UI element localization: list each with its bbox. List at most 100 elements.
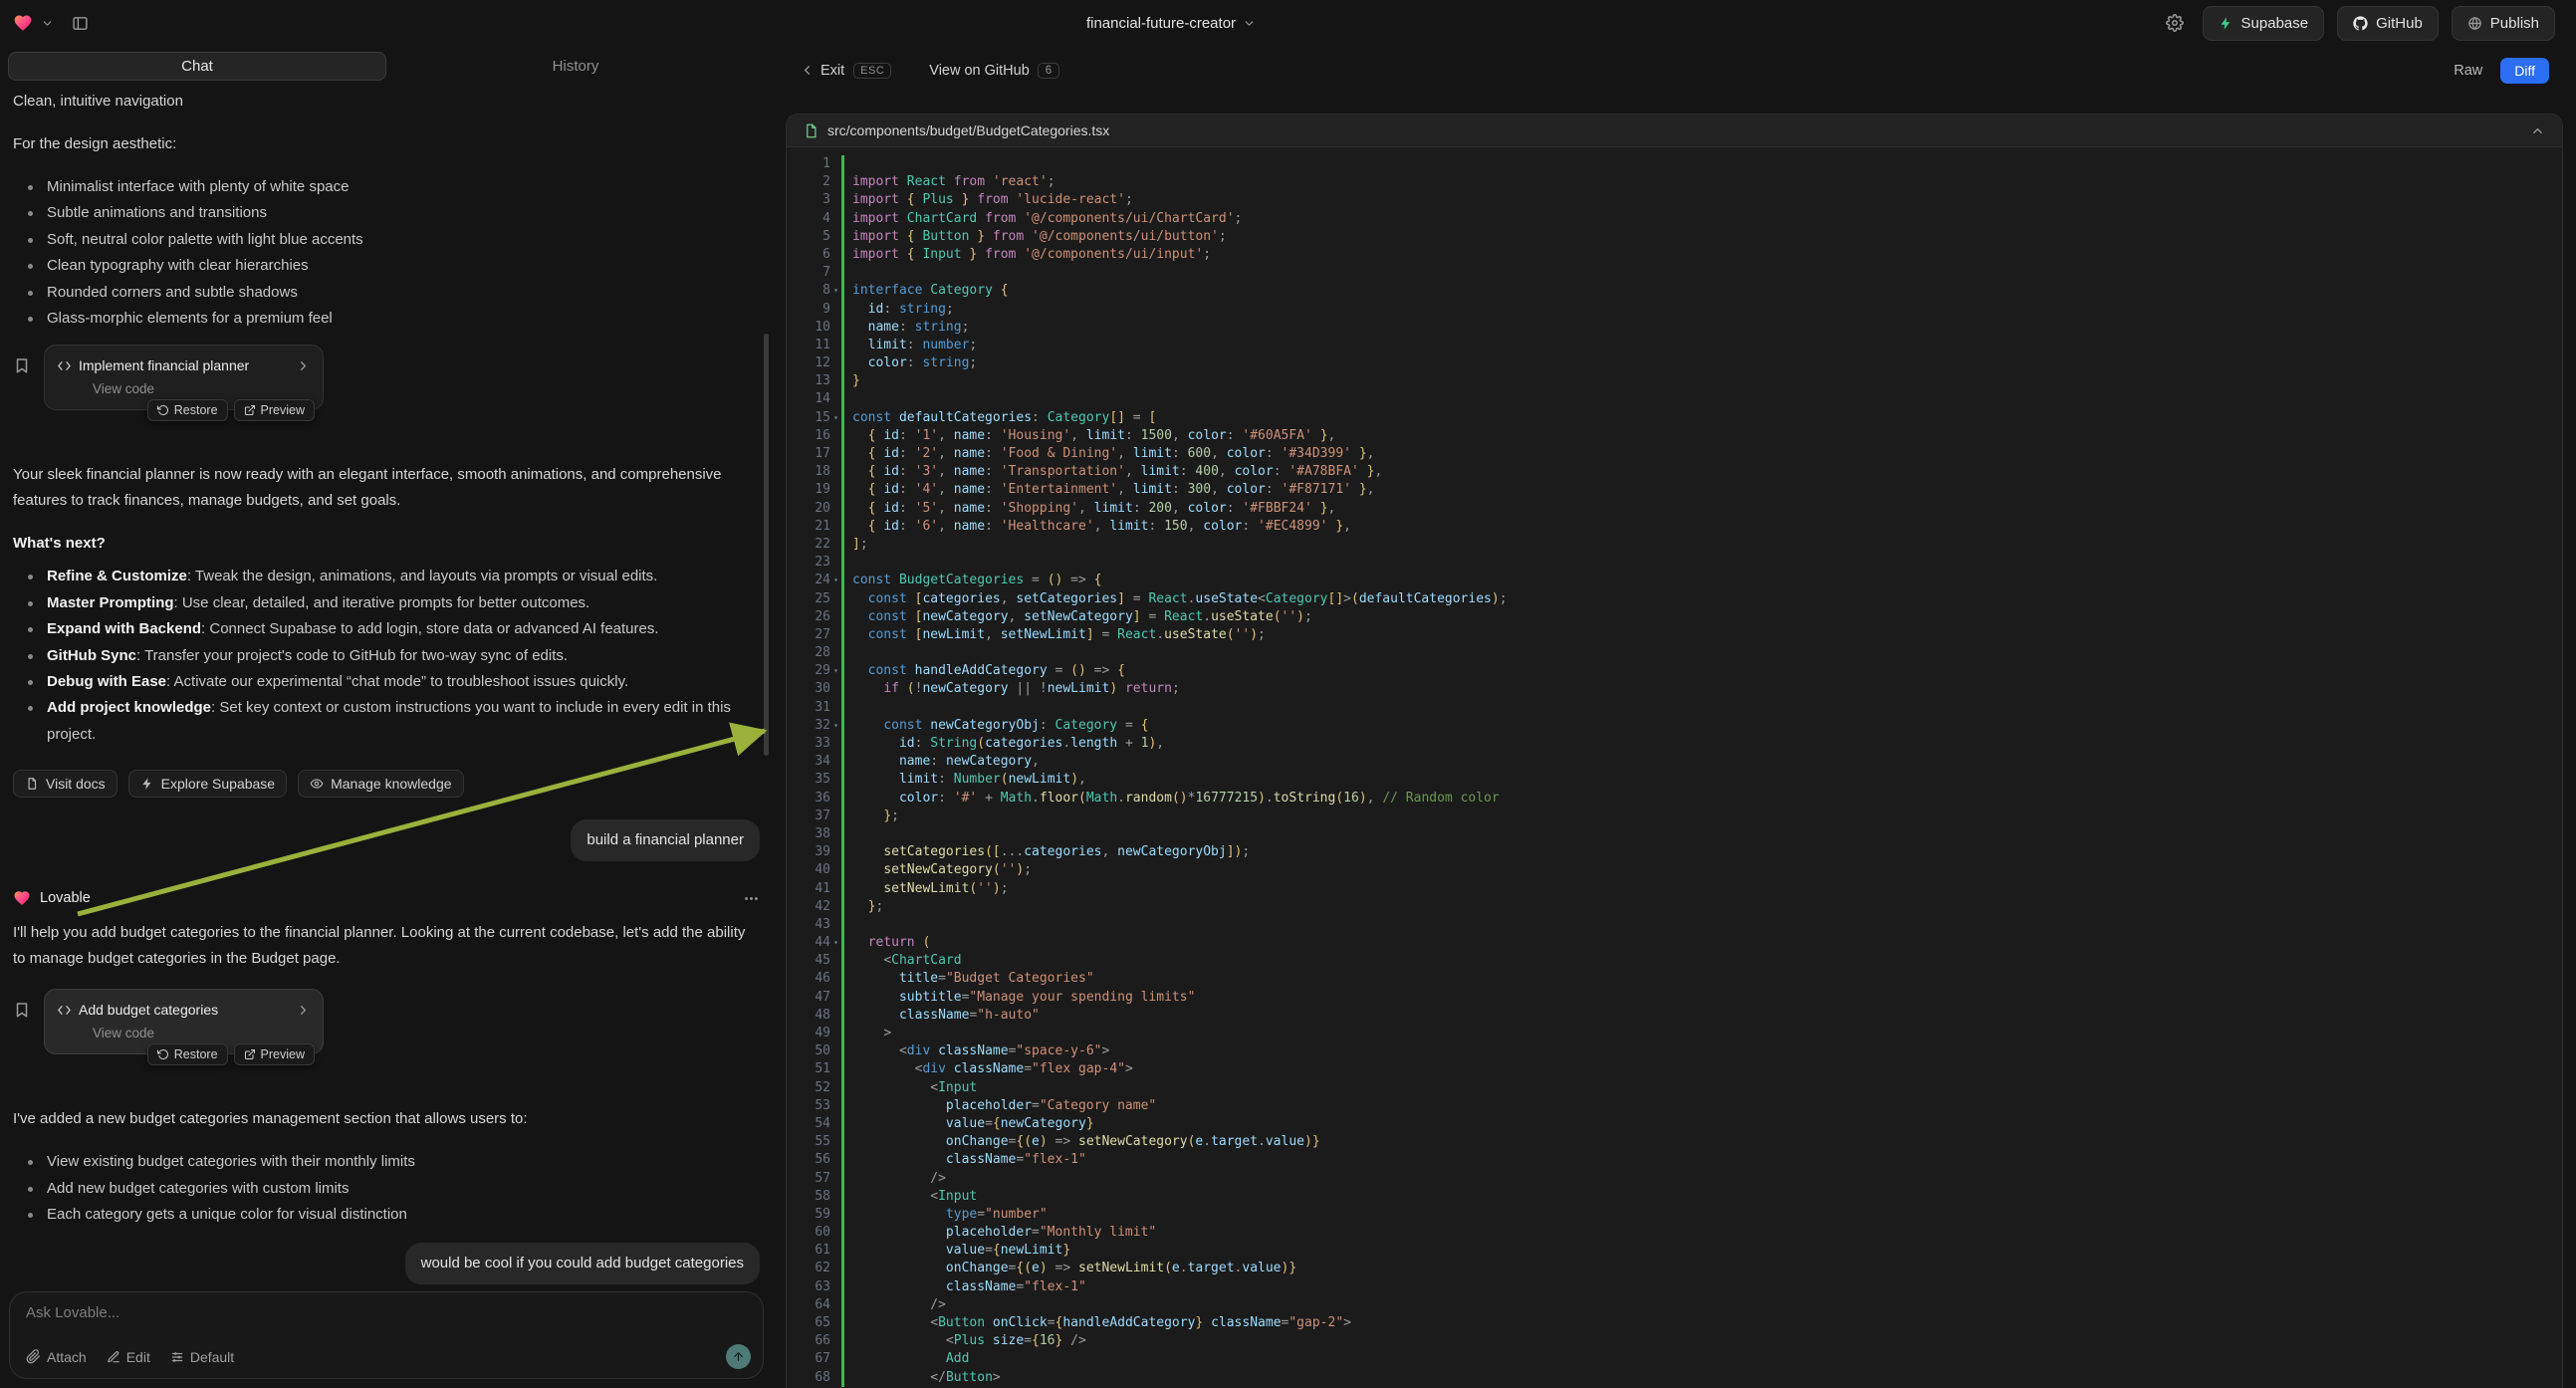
code-content[interactable]: 12import React from 'react';3import { Pl… <box>787 147 2562 1388</box>
top-bar: financial-future-creator Supabase GitHub… <box>0 0 2576 46</box>
code-text <box>844 155 852 173</box>
code-line: 43 <box>787 916 2562 934</box>
code-line: 35 limit: Number(newLimit), <box>787 771 2562 789</box>
diff-button[interactable]: Diff <box>2500 58 2549 84</box>
code-text: ]; <box>844 536 868 554</box>
code-text: placeholder="Monthly limit" <box>844 1224 1156 1242</box>
code-text <box>844 916 852 934</box>
visit-docs-button[interactable]: Visit docs <box>13 770 117 798</box>
chat-input[interactable] <box>26 1304 747 1336</box>
restore-button[interactable]: Restore <box>147 399 228 421</box>
line-number: 18 <box>787 463 830 481</box>
esc-keycap: ESC <box>853 63 891 79</box>
chat-scrollbar-thumb[interactable] <box>764 334 769 756</box>
view-on-github-button[interactable]: View on GitHub <box>929 63 1029 79</box>
exit-button[interactable]: Exit <box>800 63 844 79</box>
supabase-button[interactable]: Supabase <box>2203 6 2325 41</box>
fold-chevron-icon <box>830 825 841 843</box>
code-text: onChange={(e) => setNewLimit(e.target.va… <box>844 1260 1296 1277</box>
send-arrow-icon <box>732 1350 745 1363</box>
line-number: 34 <box>787 753 830 771</box>
default-mode-label: Default <box>190 1349 234 1365</box>
file-header[interactable]: src/components/budget/BudgetCategories.t… <box>787 115 2562 147</box>
code-text: <ChartCard <box>844 952 962 970</box>
fold-chevron-icon <box>830 861 841 879</box>
preview-button[interactable]: Preview <box>234 399 315 421</box>
line-number: 13 <box>787 372 830 390</box>
version-card[interactable]: Implement financial plannerView codeRest… <box>44 345 324 410</box>
settings-gear-icon[interactable] <box>2166 14 2184 32</box>
toggle-sidebar-icon[interactable] <box>72 15 89 32</box>
edit-button[interactable]: Edit <box>107 1349 150 1365</box>
version-card-row: Implement financial plannerView codeRest… <box>13 345 760 410</box>
raw-button[interactable]: Raw <box>2454 63 2482 79</box>
code-text: <div className="space-y-6"> <box>844 1042 1109 1060</box>
line-number: 44 <box>787 934 830 952</box>
code-text: }; <box>844 898 883 916</box>
bullet-lead: Expand with Backend <box>47 620 201 637</box>
code-text: { id: '1', name: 'Housing', limit: 1500,… <box>844 427 1335 445</box>
github-button[interactable]: GitHub <box>2337 6 2439 41</box>
send-button[interactable] <box>726 1344 751 1369</box>
code-line: 62 onChange={(e) => setNewLimit(e.target… <box>787 1260 2562 1277</box>
attach-button[interactable]: Attach <box>26 1349 87 1365</box>
fold-chevron-icon <box>830 1242 841 1260</box>
line-number: 43 <box>787 916 830 934</box>
restore-button[interactable]: Restore <box>147 1043 228 1065</box>
line-number: 59 <box>787 1206 830 1224</box>
code-text: name: newCategory, <box>844 753 1040 771</box>
code-line: 28 <box>787 644 2562 662</box>
version-card-actions: Restore Preview <box>147 399 315 421</box>
fold-chevron-icon <box>830 536 841 554</box>
code-line: 50 <div className="space-y-6"> <box>787 1042 2562 1060</box>
version-card-row: Add budget categoriesView codeRestorePre… <box>13 989 760 1054</box>
view-code-link[interactable]: View code <box>93 380 311 397</box>
fold-chevron-icon <box>830 481 841 499</box>
code-text: limit: Number(newLimit), <box>844 771 1086 789</box>
bullet-item: View existing budget categories with the… <box>13 1149 760 1175</box>
lovable-avatar-icon <box>13 889 31 907</box>
code-line: 65 <Button onClick={handleAddCategory} c… <box>787 1314 2562 1332</box>
code-line: 20 { id: '5', name: 'Shopping', limit: 2… <box>787 500 2562 518</box>
version-card[interactable]: Add budget categoriesView codeRestorePre… <box>44 989 324 1054</box>
bullet-rest: : Tweak the design, animations, and layo… <box>187 568 657 584</box>
fold-chevron-icon <box>830 699 841 717</box>
line-number: 5 <box>787 228 830 246</box>
line-number: 68 <box>787 1369 830 1387</box>
bullet-lead: Debug with Ease <box>47 673 166 690</box>
code-line: 6import { Input } from '@/components/ui/… <box>787 246 2562 264</box>
fold-chevron-icon <box>830 518 841 536</box>
default-mode-button[interactable]: Default <box>170 1349 234 1365</box>
view-code-link[interactable]: View code <box>93 1025 311 1041</box>
fold-chevron-icon <box>830 1369 841 1387</box>
lovable-logo-heart-icon[interactable] <box>13 13 33 33</box>
line-number: 10 <box>787 319 830 337</box>
fold-chevron-icon <box>830 1224 841 1242</box>
version-card-title-row: Implement financial planner <box>57 355 311 375</box>
line-number: 62 <box>787 1260 830 1277</box>
publish-button[interactable]: Publish <box>2452 6 2555 41</box>
explore-supabase-button[interactable]: Explore Supabase <box>128 770 287 798</box>
preview-button[interactable]: Preview <box>234 1043 315 1065</box>
more-options-icon[interactable] <box>743 890 760 907</box>
fold-chevron-icon <box>830 1260 841 1277</box>
line-number: 57 <box>787 1170 830 1188</box>
attach-label: Attach <box>47 1349 87 1365</box>
chat-message-list: Clean, intuitive navigationFor the desig… <box>0 81 773 1291</box>
project-switcher[interactable]: financial-future-creator <box>1086 0 1256 46</box>
fold-chevron-icon <box>830 644 841 662</box>
chevron-left-icon <box>800 63 815 78</box>
fold-chevron-icon <box>830 337 841 354</box>
code-text: className="h-auto" <box>844 1007 1040 1025</box>
workspace-chevron-down-icon[interactable] <box>41 17 54 30</box>
line-number: 37 <box>787 808 830 825</box>
tab-history[interactable]: History <box>386 52 765 81</box>
code-text: { id: '4', name: 'Entertainment', limit:… <box>844 481 1374 499</box>
tab-chat[interactable]: Chat <box>8 52 386 81</box>
code-text: { id: '5', name: 'Shopping', limit: 200,… <box>844 500 1335 518</box>
manage-knowledge-button[interactable]: Manage knowledge <box>298 770 463 798</box>
fold-chevron-icon <box>830 354 841 372</box>
bullet-lead: GitHub Sync <box>47 647 136 664</box>
code-line: 49 > <box>787 1025 2562 1042</box>
collapse-file-chevron-up-icon[interactable] <box>2530 123 2545 138</box>
